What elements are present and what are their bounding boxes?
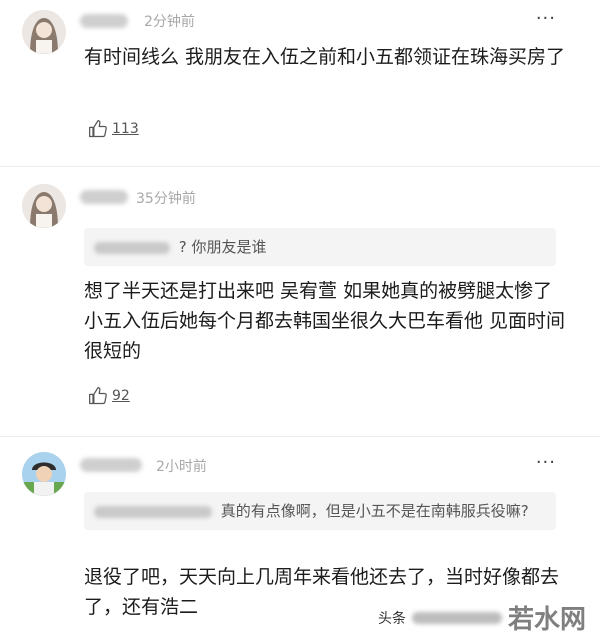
watermark-username-blurred: [411, 611, 502, 624]
quoted-text: ? 你朋友是谁: [178, 238, 267, 256]
avatar[interactable]: [22, 452, 66, 496]
comment-text: 有时间线么 我朋友在入伍之前和小五都领证在珠海买房了: [84, 46, 566, 68]
like-button[interactable]: 92: [88, 386, 130, 406]
watermark: 头条 若水网: [378, 599, 586, 636]
more-options-button[interactable]: ···: [536, 452, 556, 473]
like-button[interactable]: 113: [88, 119, 139, 139]
quoted-reply: ? 你朋友是谁: [84, 228, 556, 266]
thumbs-up-icon: [89, 387, 107, 405]
watermark-brand: 若水网: [507, 605, 586, 635]
avatar-girl-icon: [22, 184, 66, 228]
quoted-text: 真的有点像啊，但是小五不是在南韩服兵役嘛?: [220, 502, 529, 520]
avatar-girl-icon: [22, 10, 66, 54]
comment-text: 想了半天还是打出来吧 吴宥萱 如果她真的被劈腿太惨了 小五入伍后她每个月都去韩国…: [84, 280, 566, 362]
avatar-boy-icon: [22, 452, 66, 496]
more-options-button[interactable]: ···: [536, 8, 556, 29]
comment-time: 2小时前: [156, 459, 207, 475]
comment-time: 35分钟前: [136, 191, 196, 207]
watermark-source: 头条: [377, 610, 406, 627]
username-blurred[interactable]: [80, 190, 128, 204]
like-count: 92: [112, 388, 130, 404]
like-count: 113: [112, 121, 139, 137]
username-blurred[interactable]: [80, 458, 142, 472]
comment-time: 2分钟前: [144, 14, 195, 30]
avatar[interactable]: [22, 184, 66, 228]
avatar[interactable]: [22, 10, 66, 54]
username-blurred[interactable]: [80, 14, 128, 28]
thumbs-up-icon: [89, 120, 107, 138]
comment-1: 2分钟前 ··· 有时间线么 我朋友在入伍之前和小五都领证在珠海买房了 113: [0, 0, 600, 165]
comment-2: 35分钟前 ? 你朋友是谁 想了半天还是打出来吧 吴宥萱 如果她真的被劈腿太惨了…: [0, 166, 600, 436]
quoted-username-blurred: [94, 241, 170, 254]
quoted-reply: 真的有点像啊，但是小五不是在南韩服兵役嘛?: [84, 492, 556, 530]
quoted-username-blurred: [94, 505, 212, 518]
